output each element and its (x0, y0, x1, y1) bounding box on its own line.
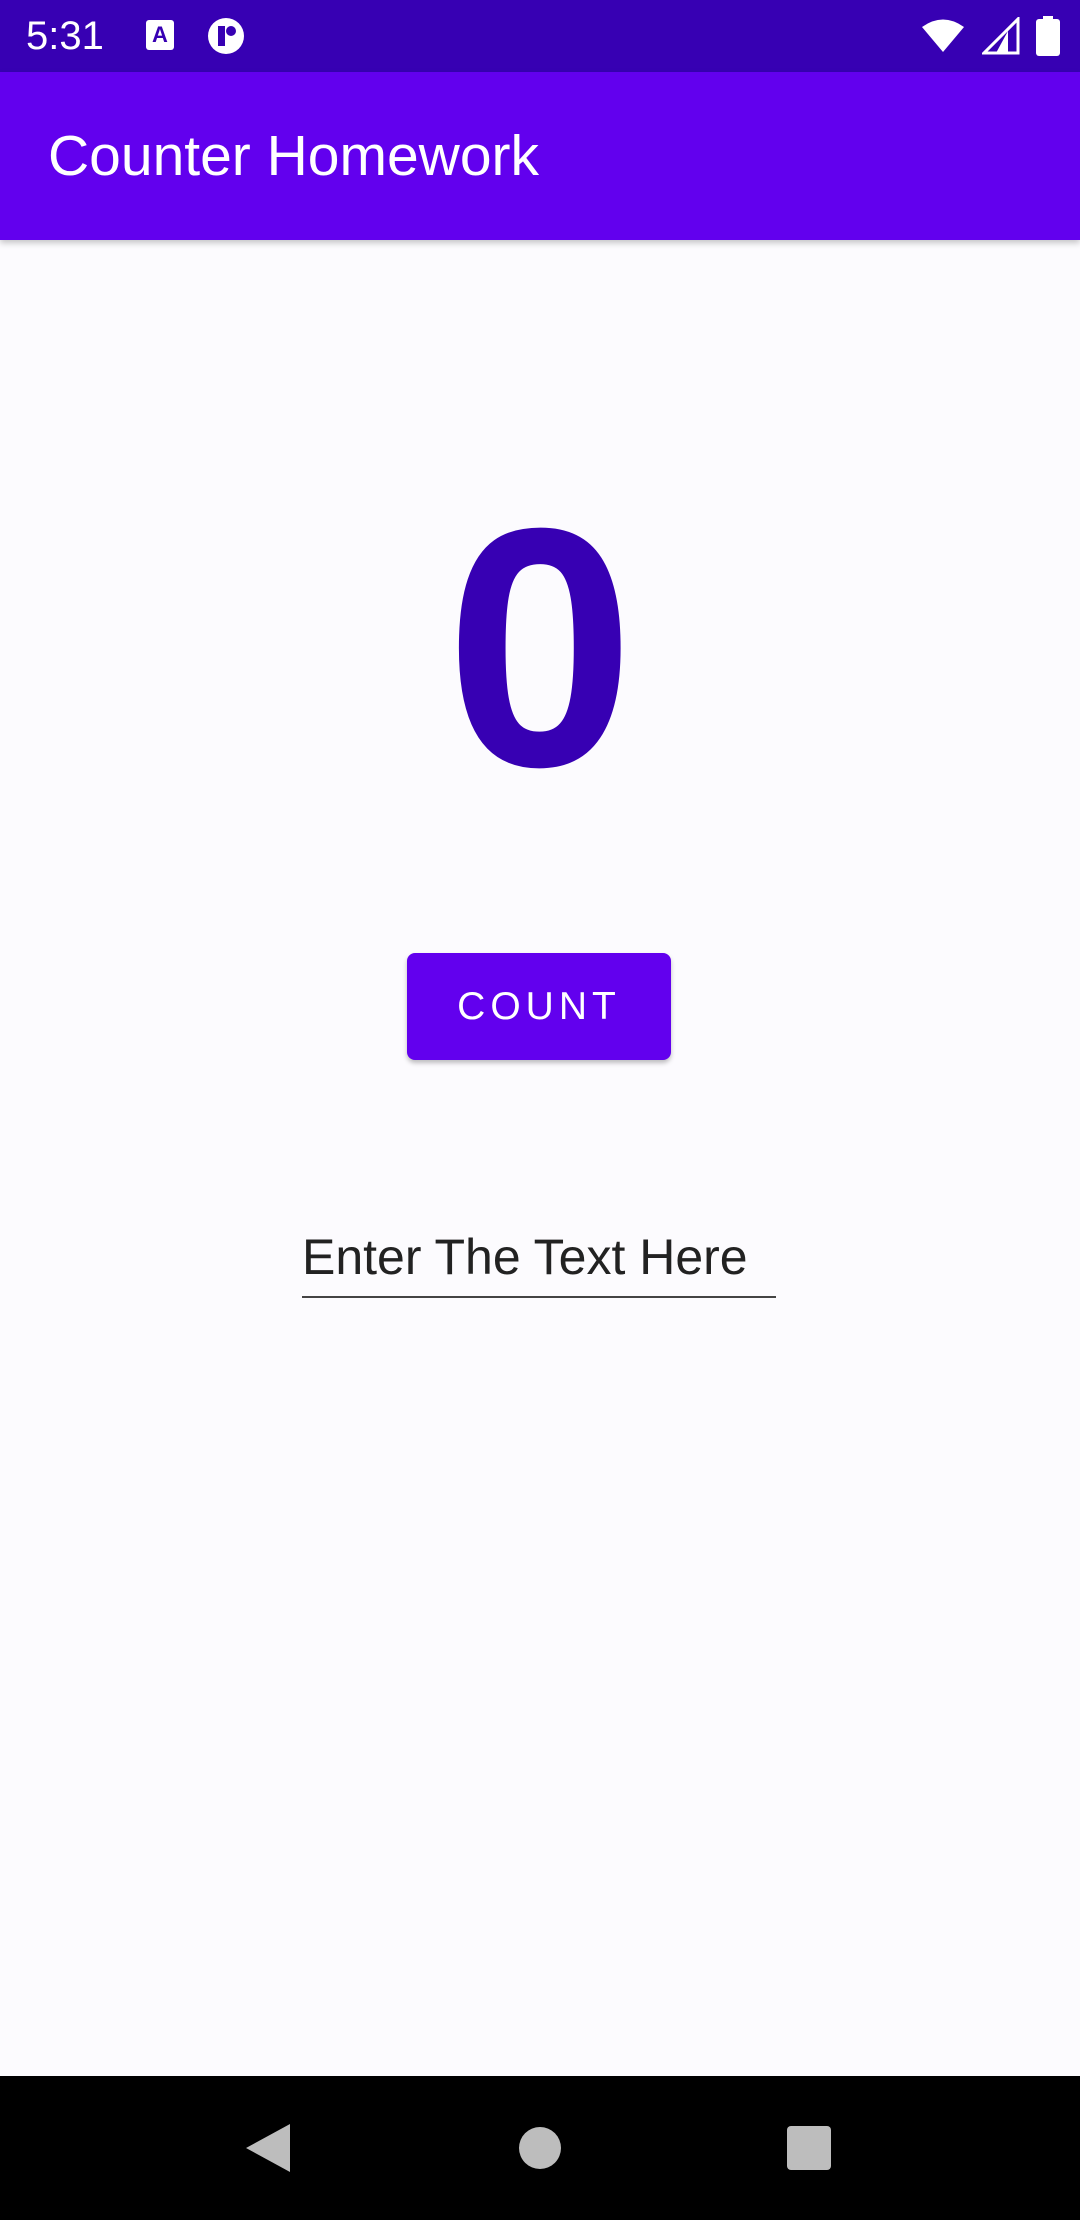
wifi-icon (922, 19, 964, 52)
home-icon[interactable] (519, 2127, 561, 2169)
status-time: 5:31 (26, 14, 104, 58)
count-button[interactable]: COUNT (407, 953, 671, 1060)
signal-icon (982, 17, 1020, 55)
app-bar: Counter Homework (0, 72, 1080, 240)
text-a-icon: A (146, 20, 174, 50)
back-icon[interactable] (244, 2122, 292, 2174)
counter-display: 0 (445, 458, 635, 838)
notification-letter: A (152, 22, 168, 47)
system-status-icons (920, 14, 1060, 58)
status-bar: 5:31 A (0, 0, 1080, 72)
app-title: Counter Homework (48, 124, 540, 188)
text-input[interactable] (302, 1218, 776, 1298)
app-notification-icon (208, 18, 244, 54)
battery-icon (1036, 16, 1060, 56)
navigation-bar (0, 2076, 1080, 2220)
recents-icon[interactable] (787, 2126, 831, 2170)
